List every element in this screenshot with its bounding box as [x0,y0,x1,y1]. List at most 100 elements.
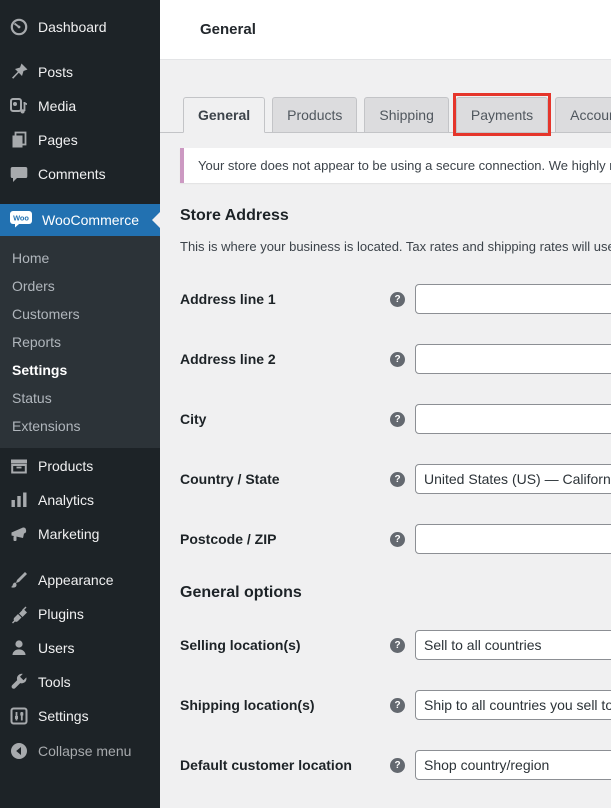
sidebar-item-dashboard[interactable]: Dashboard [0,10,160,44]
sidebar-item-plugins[interactable]: Plugins [0,597,160,631]
tab-payments[interactable]: Payments [456,97,548,133]
help-tip-icon[interactable]: ? [390,758,405,773]
sidebar-item-label: Comments [38,166,106,182]
country-state-select[interactable]: United States (US) — California [415,464,611,494]
collapse-arrow-icon [9,741,29,761]
field-label: Selling location(s) [180,637,390,653]
general-options-heading: General options [180,584,611,602]
woocommerce-submenu: Home Orders Customers Reports Settings S… [0,236,160,448]
tab-shipping[interactable]: Shipping [364,97,449,133]
submenu-item-extensions[interactable]: Extensions [0,412,160,440]
submenu-item-orders[interactable]: Orders [0,272,160,300]
form-row-city: City ? [180,404,611,434]
sidebar-item-label: Tools [38,674,71,690]
sidebar-item-woocommerce[interactable]: Woo WooCommerce [0,204,160,236]
selling-locations-select[interactable]: Sell to all countries [415,630,611,660]
help-tip-icon[interactable]: ? [390,638,405,653]
sidebar-item-tools[interactable]: Tools [0,665,160,699]
sidebar-item-label: Dashboard [38,19,107,35]
sidebar-item-label: Settings [38,708,89,724]
sidebar-item-label: Users [38,640,75,656]
sidebar-item-label: Marketing [38,526,99,542]
field-label: Country / State [180,471,390,487]
default-customer-location-select[interactable]: Shop country/region [415,750,611,780]
submenu-item-home[interactable]: Home [0,244,160,272]
sidebar-item-comments[interactable]: Comments [0,157,160,191]
products-box-icon [9,456,29,476]
shipping-locations-select[interactable]: Ship to all countries you sell to [415,690,611,720]
svg-text:Woo: Woo [13,213,29,222]
analytics-bars-icon [9,490,29,510]
submenu-item-customers[interactable]: Customers [0,300,160,328]
form-row-address-line-2: Address line 2 ? [180,344,611,374]
form-row-shipping-locations: Shipping location(s) ? Ship to all count… [180,690,611,720]
sidebar-item-posts[interactable]: Posts [0,55,160,89]
pages-icon [9,130,29,150]
submenu-item-status[interactable]: Status [0,384,160,412]
collapse-menu-button[interactable]: Collapse menu [0,734,160,768]
sidebar-item-pages[interactable]: Pages [0,123,160,157]
sidebar-item-label: Products [38,458,93,474]
main-content: General General Products Shipping Paymen… [160,0,611,808]
sidebar-item-analytics[interactable]: Analytics [0,483,160,517]
form-row-selling-locations: Selling location(s) ? Sell to all countr… [180,630,611,660]
sliders-icon [9,706,29,726]
help-tip-icon[interactable]: ? [390,698,405,713]
store-address-form: Address line 1 ? Address line 2 ? City ?… [160,284,611,554]
field-label: City [180,411,390,427]
submenu-item-reports[interactable]: Reports [0,328,160,356]
field-label: Shipping location(s) [180,697,390,713]
sidebar-item-label: Collapse menu [38,743,131,759]
field-label: Address line 2 [180,351,390,367]
admin-sidebar: Dashboard Posts Media Pages Comments Woo… [0,0,160,808]
sidebar-item-label: Analytics [38,492,94,508]
sidebar-item-users[interactable]: Users [0,631,160,665]
help-tip-icon[interactable]: ? [390,532,405,547]
help-tip-icon[interactable]: ? [390,412,405,427]
submenu-item-settings[interactable]: Settings [0,356,160,384]
sidebar-item-products[interactable]: Products [0,449,160,483]
pushpin-icon [9,62,29,82]
form-row-country-state: Country / State ? United States (US) — C… [180,464,611,494]
address-line-2-input[interactable] [415,344,611,374]
plug-icon [9,604,29,624]
page-title: General [200,21,256,38]
form-row-address-line-1: Address line 1 ? [180,284,611,314]
field-label: Default customer location [180,757,390,773]
sidebar-item-appearance[interactable]: Appearance [0,563,160,597]
field-label: Address line 1 [180,291,390,307]
settings-tab-bar: General Products Shipping Payments Accou… [160,96,611,133]
help-tip-icon[interactable]: ? [390,352,405,367]
media-icon [9,96,29,116]
dashboard-icon [9,17,29,37]
general-options-form: Selling location(s) ? Sell to all countr… [160,630,611,780]
sidebar-item-settings[interactable]: Settings [0,699,160,733]
field-label: Postcode / ZIP [180,531,390,547]
tab-accounts-privacy[interactable]: Accounts & [555,97,611,133]
sidebar-item-marketing[interactable]: Marketing [0,517,160,551]
megaphone-icon [9,524,29,544]
woocommerce-icon: Woo [9,209,33,232]
tab-products[interactable]: Products [272,97,357,133]
store-address-description: This is where your business is located. … [180,239,611,254]
user-icon [9,638,29,658]
secure-connection-notice: Your store does not appear to be using a… [180,148,611,183]
store-address-heading: Store Address [180,207,611,225]
page-header: General [160,0,611,60]
paintbrush-icon [9,570,29,590]
sidebar-item-label: Posts [38,64,73,80]
sidebar-item-label: WooCommerce [42,212,139,228]
sidebar-item-media[interactable]: Media [0,89,160,123]
sidebar-item-label: Media [38,98,76,114]
sidebar-item-label: Pages [38,132,78,148]
city-input[interactable] [415,404,611,434]
help-tip-icon[interactable]: ? [390,472,405,487]
form-row-postcode-zip: Postcode / ZIP ? [180,524,611,554]
postcode-zip-input[interactable] [415,524,611,554]
help-tip-icon[interactable]: ? [390,292,405,307]
sidebar-item-label: Appearance [38,572,114,588]
comments-icon [9,164,29,184]
tab-general[interactable]: General [183,97,265,133]
wrench-icon [9,672,29,692]
address-line-1-input[interactable] [415,284,611,314]
